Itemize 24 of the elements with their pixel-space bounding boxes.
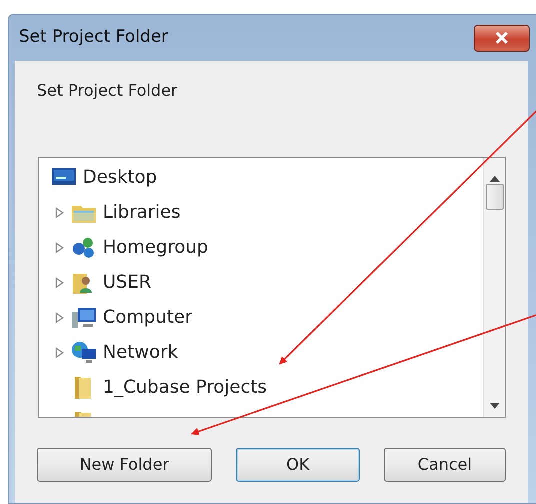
close-button[interactable]	[474, 24, 530, 52]
scrollbar[interactable]	[483, 158, 505, 417]
scroll-thumb[interactable]	[486, 184, 504, 210]
scroll-up-icon[interactable]	[490, 176, 500, 182]
tree-item[interactable]: Homegroup	[103, 234, 208, 261]
globe-icon	[71, 340, 97, 366]
dialog-button[interactable]: New Folder	[37, 448, 212, 482]
scroll-down-icon[interactable]	[490, 403, 500, 409]
tree-item[interactable]: Desktop	[83, 164, 158, 191]
expand-arrow-icon[interactable]	[55, 346, 65, 358]
tree-item[interactable]: Libraries	[103, 199, 181, 226]
close-icon	[494, 31, 510, 45]
prompt-label: Set Project Folder	[37, 80, 179, 102]
expand-arrow-icon[interactable]	[55, 242, 65, 254]
expand-arrow-icon[interactable]	[55, 312, 65, 324]
dialog-button[interactable]: OK	[236, 448, 360, 482]
tree-item[interactable]: USER	[103, 269, 152, 296]
dialog-button[interactable]: Cancel	[384, 448, 506, 482]
expand-arrow-icon[interactable]	[55, 206, 65, 218]
tree-item[interactable]: Computer	[103, 304, 192, 331]
window-title: Set Project Folder	[19, 26, 168, 50]
tree-item[interactable]: Network	[103, 339, 178, 366]
expand-arrow-icon[interactable]	[55, 276, 65, 288]
tree-item[interactable]: 1_Cubase Projects	[103, 374, 268, 401]
